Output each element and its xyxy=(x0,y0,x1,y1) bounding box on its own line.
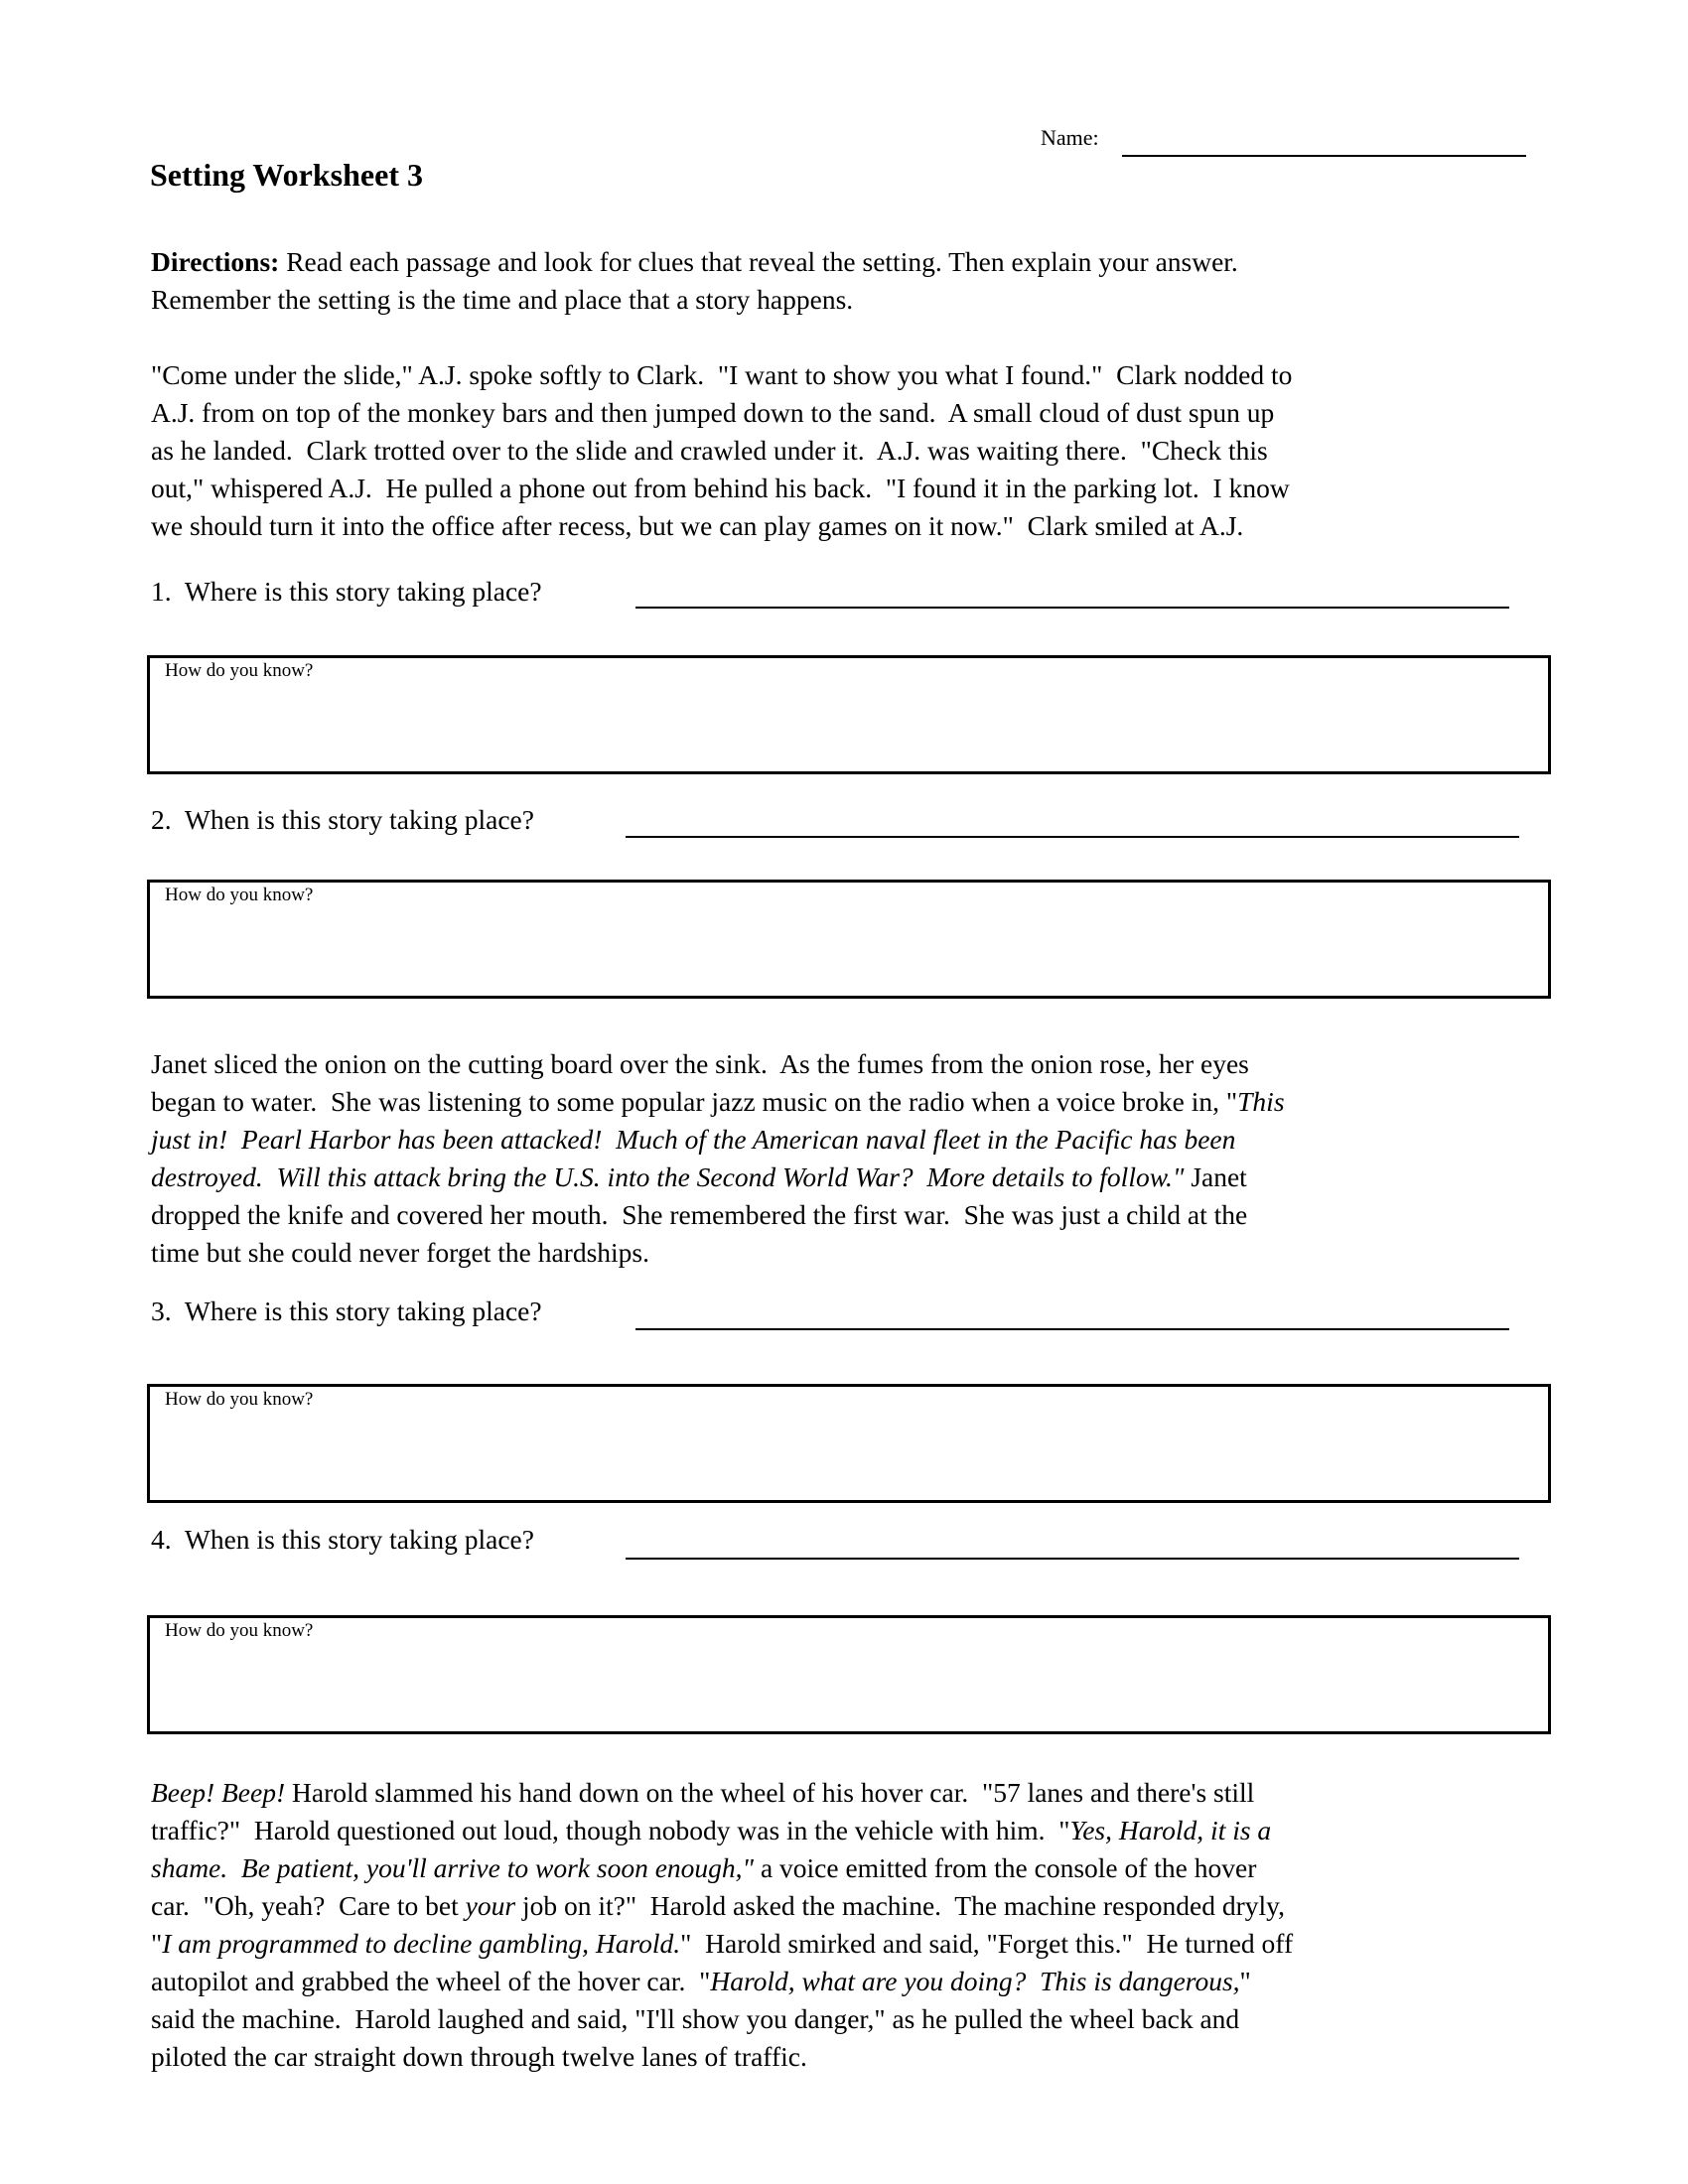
passage-line: said the machine. Harold laughed and sai… xyxy=(151,2000,1293,2038)
passage-text: autopilot and grabbed the wheel of the h… xyxy=(151,1966,711,1996)
passage-line: car. "Oh, yeah? Care to bet your job on … xyxy=(151,1887,1293,1925)
directions: Directions: Read each passage and look f… xyxy=(151,243,1238,319)
passage-italic-text: your xyxy=(465,1890,516,1921)
passage-line: "Come under the slide," A.J. spoke softl… xyxy=(151,356,1292,394)
passage-line: piloted the car straight down through tw… xyxy=(151,2038,1293,2076)
passage-line: A.J. from on top of the monkey bars and … xyxy=(151,394,1292,432)
passage-text: job on it?" Harold asked the machine. Th… xyxy=(515,1890,1285,1921)
directions-text: Remember the setting is the time and pla… xyxy=(151,284,854,315)
passage-text: " Harold smirked and said, "Forget this.… xyxy=(680,1928,1294,1959)
passage-line: we should turn it into the office after … xyxy=(151,507,1292,545)
page-title: Setting Worksheet 3 xyxy=(150,157,423,193)
passage-line: began to water. She was listening to som… xyxy=(151,1083,1285,1121)
passage-italic-text: just in! Pearl Harbor has been attacked!… xyxy=(151,1124,1236,1155)
passage-text: a voice emitted from the console of the … xyxy=(754,1852,1257,1883)
passage-text: " xyxy=(151,1928,163,1959)
question-2: 2. When is this story taking place? xyxy=(151,804,534,836)
passage-text: A.J. from on top of the monkey bars and … xyxy=(151,397,1275,428)
passage-line: destroyed. Will this attack bring the U.… xyxy=(151,1159,1285,1196)
answer-line-1[interactable] xyxy=(635,607,1509,609)
passage-text: out," whispered A.J. He pulled a phone o… xyxy=(151,473,1290,503)
passage-text: time but she could never forget the hard… xyxy=(151,1237,650,1268)
passage-italic-text: This xyxy=(1237,1086,1285,1117)
passage-text: we should turn it into the office after … xyxy=(151,510,1244,541)
question-number: 4. xyxy=(151,1524,172,1555)
passage-italic-text: Harold, what are you doing? This is dang… xyxy=(710,1966,1240,1996)
passage-line: traffic?" Harold questioned out loud, th… xyxy=(151,1812,1293,1849)
box-label: How do you know? xyxy=(165,1389,314,1410)
passage-line: just in! Pearl Harbor has been attacked!… xyxy=(151,1121,1285,1159)
directions-label: Directions: xyxy=(151,246,280,277)
passage-text: dropped the knife and covered her mouth.… xyxy=(151,1199,1248,1230)
question-1: 1. Where is this story taking place? xyxy=(151,576,542,608)
passage-2: Janet sliced the onion on the cutting bo… xyxy=(151,1045,1285,1272)
passage-italic-text: Yes, Harold, it is a xyxy=(1069,1815,1272,1845)
passage-text: " xyxy=(1239,1966,1251,1996)
passage-text: piloted the car straight down through tw… xyxy=(151,2041,807,2072)
explanation-box-2[interactable]: How do you know? xyxy=(147,880,1551,999)
directions-text: Read each passage and look for clues tha… xyxy=(279,246,1238,277)
passage-italic-text: Beep! Beep! xyxy=(151,1777,286,1808)
passage-italic-text: shame. Be patient, you'll arrive to work… xyxy=(151,1852,755,1883)
question-text: Where is this story taking place? xyxy=(184,576,542,607)
passage-3: Beep! Beep! Harold slammed his hand down… xyxy=(151,1774,1293,2076)
passage-text: Harold slammed his hand down on the whee… xyxy=(285,1777,1255,1808)
directions-line: Remember the setting is the time and pla… xyxy=(151,281,1238,319)
explanation-box-3[interactable]: How do you know? xyxy=(147,1384,1551,1503)
question-text: When is this story taking place? xyxy=(184,804,534,835)
passage-italic-text: destroyed. Will this attack bring the U.… xyxy=(151,1161,1185,1192)
name-label: Name: xyxy=(1041,125,1099,150)
passage-line: dropped the knife and covered her mouth.… xyxy=(151,1196,1285,1234)
answer-line-3[interactable] xyxy=(635,1328,1509,1330)
question-number: 1. xyxy=(151,576,172,607)
name-field[interactable] xyxy=(1122,155,1526,157)
passage-line: Beep! Beep! Harold slammed his hand down… xyxy=(151,1774,1293,1812)
explanation-box-1[interactable]: How do you know? xyxy=(147,655,1551,774)
box-label: How do you know? xyxy=(165,885,314,905)
box-label: How do you know? xyxy=(165,660,314,681)
passage-line: autopilot and grabbed the wheel of the h… xyxy=(151,1963,1293,2000)
passage-text: "Come under the slide," A.J. spoke softl… xyxy=(151,359,1293,390)
explanation-box-4[interactable]: How do you know? xyxy=(147,1615,1551,1734)
question-number: 2. xyxy=(151,804,172,835)
passage-text: said the machine. Harold laughed and sai… xyxy=(151,2003,1240,2034)
box-label: How do you know? xyxy=(165,1620,314,1641)
passage-line: out," whispered A.J. He pulled a phone o… xyxy=(151,470,1292,507)
passage-line: as he landed. Clark trotted over to the … xyxy=(151,432,1292,470)
answer-line-2[interactable] xyxy=(626,836,1519,838)
answer-line-4[interactable] xyxy=(626,1558,1519,1560)
question-text: When is this story taking place? xyxy=(184,1524,534,1555)
passage-line: shame. Be patient, you'll arrive to work… xyxy=(151,1849,1293,1887)
passage-text: Janet sliced the onion on the cutting bo… xyxy=(151,1048,1249,1079)
question-3: 3. Where is this story taking place? xyxy=(151,1296,542,1327)
question-4: 4. When is this story taking place? xyxy=(151,1524,534,1556)
passage-text: began to water. She was listening to som… xyxy=(151,1086,1238,1117)
passage-line: Janet sliced the onion on the cutting bo… xyxy=(151,1045,1285,1083)
directions-line: Directions: Read each passage and look f… xyxy=(151,243,1238,281)
question-number: 3. xyxy=(151,1296,172,1326)
passage-line: "I am programmed to decline gambling, Ha… xyxy=(151,1925,1293,1963)
passage-text: car. "Oh, yeah? Care to bet xyxy=(151,1890,466,1921)
passage-text: traffic?" Harold questioned out loud, th… xyxy=(151,1815,1070,1845)
passage-italic-text: I am programmed to decline gambling, Har… xyxy=(162,1928,681,1959)
passage-text: as he landed. Clark trotted over to the … xyxy=(151,435,1268,466)
passage-line: time but she could never forget the hard… xyxy=(151,1234,1285,1272)
passage-1: "Come under the slide," A.J. spoke softl… xyxy=(151,356,1292,545)
passage-text: Janet xyxy=(1184,1161,1247,1192)
question-text: Where is this story taking place? xyxy=(184,1296,542,1326)
